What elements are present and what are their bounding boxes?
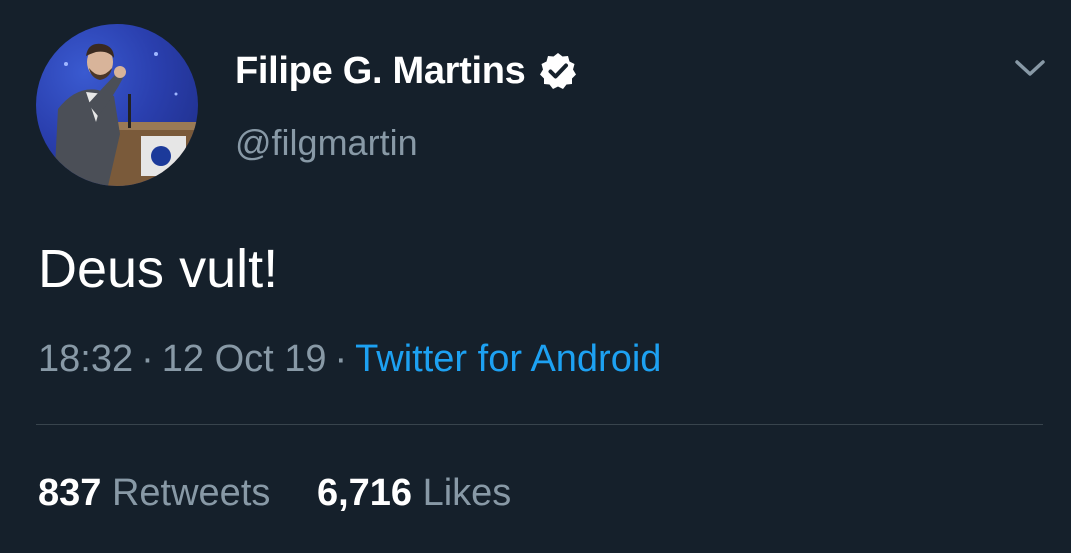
username[interactable]: @filgmartin <box>235 122 418 164</box>
tweet-meta: 18:32 · 12 Oct 19 · Twitter for Android <box>38 338 661 381</box>
likes-label: Likes <box>422 472 512 514</box>
meta-separator: · <box>334 338 348 380</box>
retweets-count: 837 <box>38 472 102 514</box>
tweet-text: Deus vult! <box>38 239 279 299</box>
meta-separator: · <box>141 338 154 380</box>
avatar[interactable] <box>36 24 198 186</box>
retweets-stat[interactable]: 837 Retweets <box>38 472 270 515</box>
likes-stat[interactable]: 6,716 Likes <box>317 472 511 515</box>
likes-count: 6,716 <box>316 472 413 514</box>
avatar-photo <box>54 43 198 186</box>
display-name[interactable]: Filipe G. Martins <box>235 50 526 93</box>
tweet-detail: Filipe G. Martins @filgmartin Deus vult!… <box>0 0 1071 553</box>
tweet-stats: 837 Retweets 6,716 Likes <box>38 472 511 515</box>
tweet-time: 18:32 <box>38 338 134 380</box>
tweet-source-link[interactable]: Twitter for Android <box>355 338 661 380</box>
divider <box>36 424 1043 425</box>
chevron-down-icon[interactable] <box>1013 56 1047 80</box>
tweet-date: 12 Oct 19 <box>161 338 327 380</box>
author-header[interactable]: Filipe G. Martins <box>235 46 578 96</box>
verified-badge-icon <box>538 51 578 91</box>
retweets-label: Retweets <box>111 472 271 514</box>
